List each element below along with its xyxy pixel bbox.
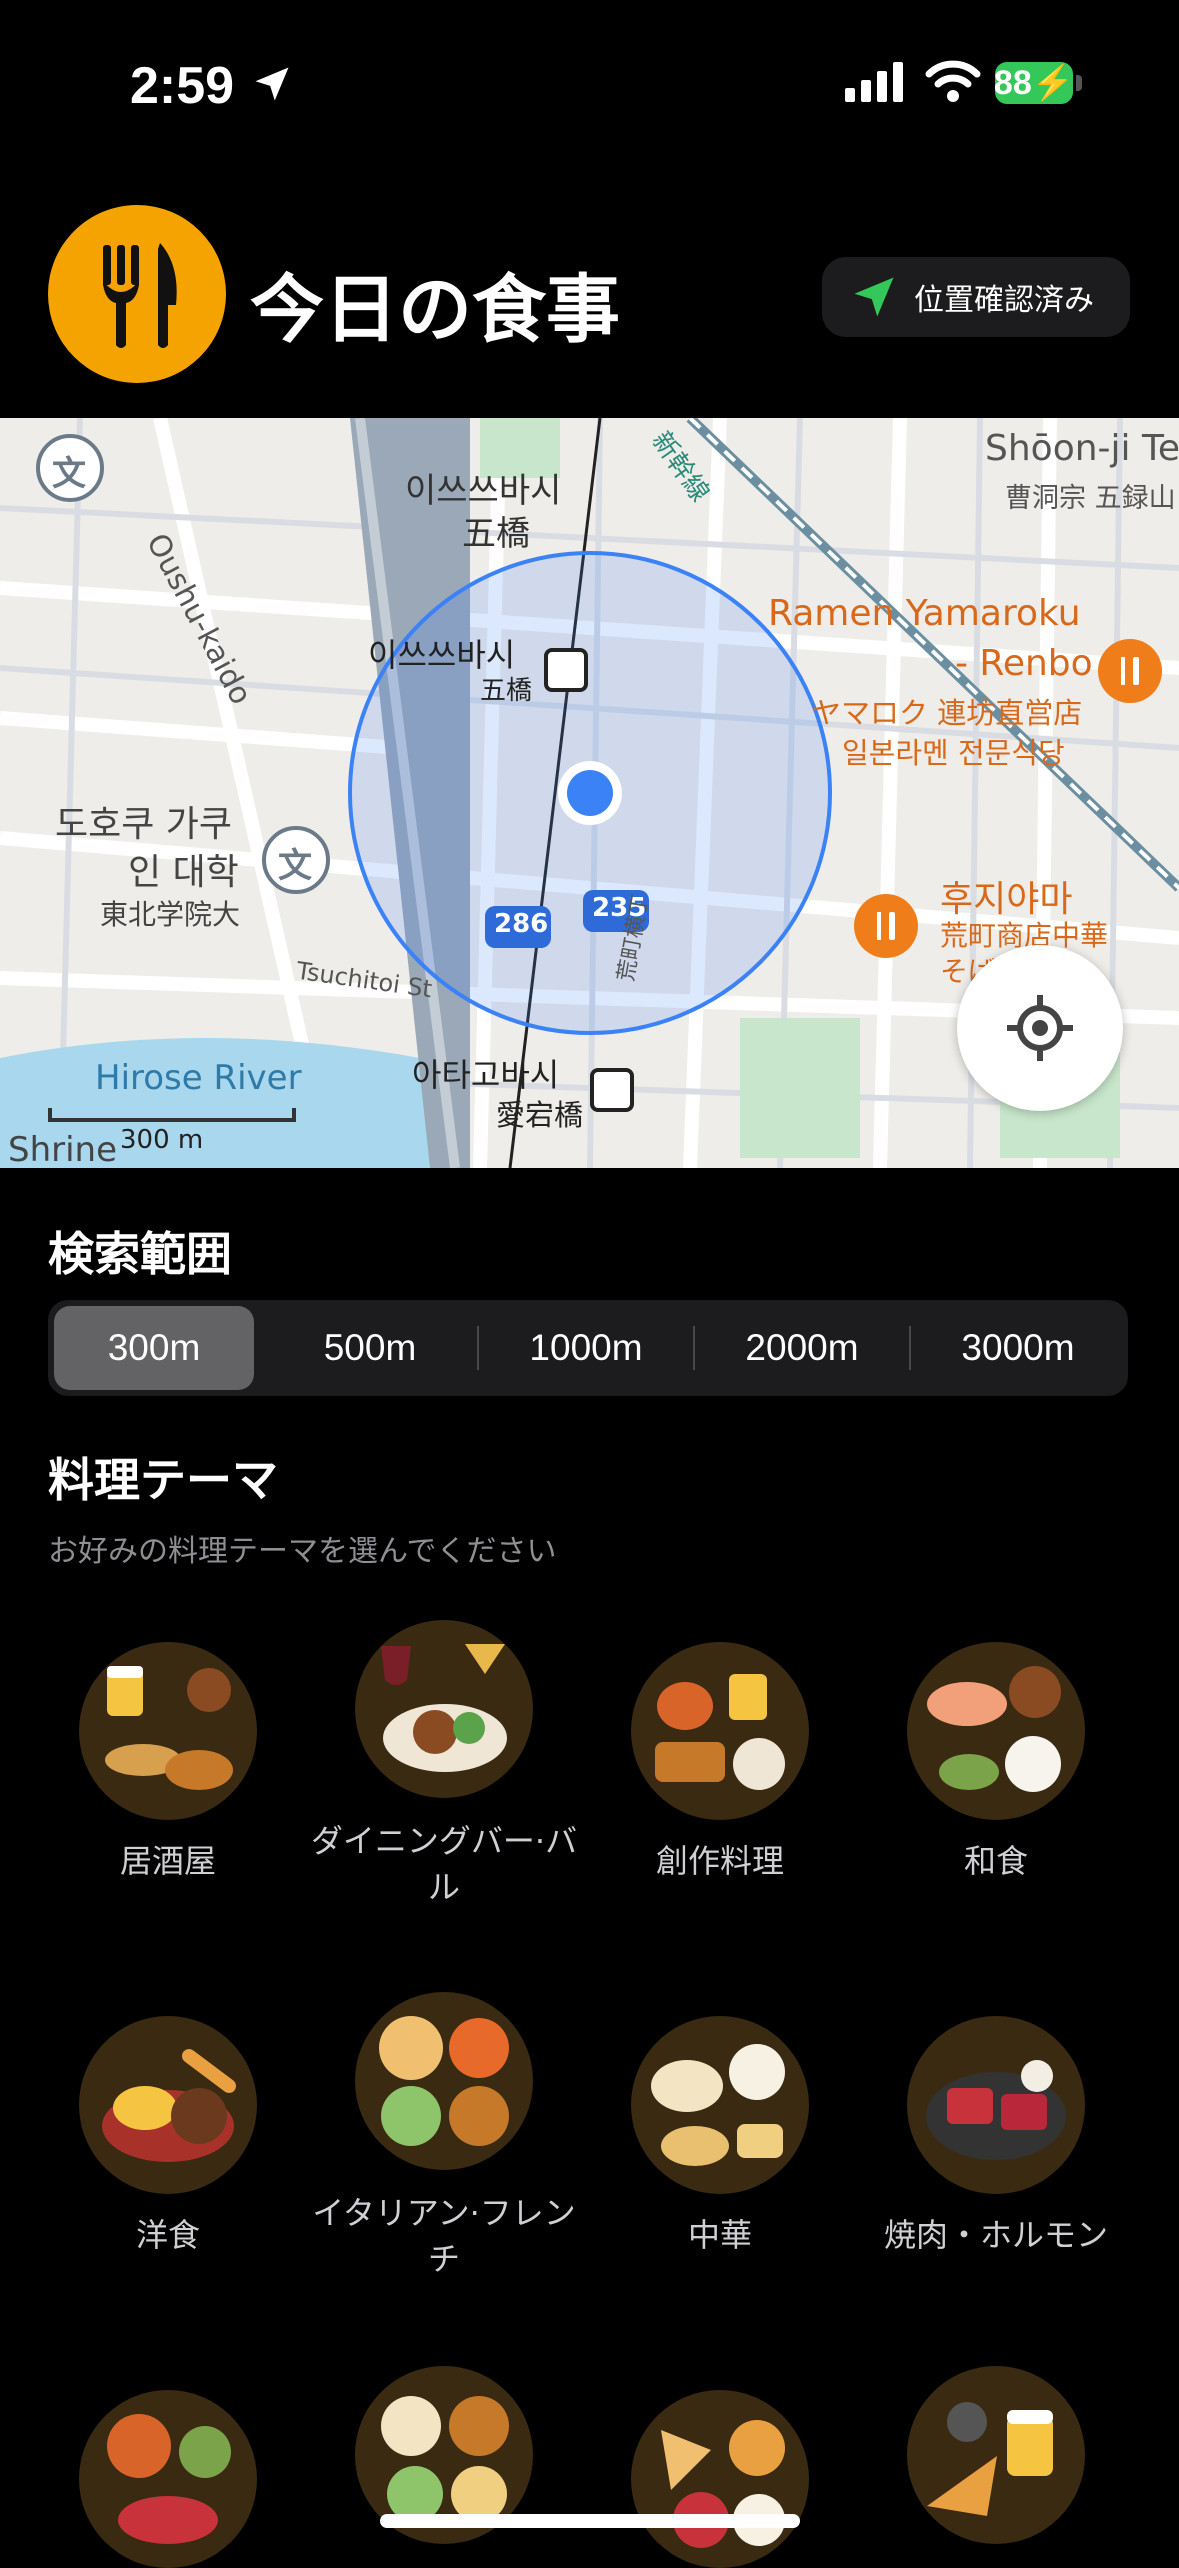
pizza-food-image (631, 2390, 809, 2568)
map-label-ramen: - Renbo (955, 643, 1093, 684)
map-label-station: 五橋 (480, 676, 533, 706)
battery-indicator: 88 ⚡ (993, 62, 1075, 104)
restaurant-pin-icon (877, 912, 895, 940)
map-label-station: 五橋 (462, 514, 530, 554)
app-logo (48, 205, 226, 383)
cuisine-theme-subtitle: お好みの料理テーマを選んでください (48, 1534, 557, 1569)
theme-izakaya[interactable]: 居酒屋 (30, 1642, 306, 1884)
theme-label: 和食 (963, 1842, 1028, 1880)
theme-label: 洋食 (135, 2216, 200, 2254)
map-label-ramen: 일본라멘 전문식당 (842, 736, 1065, 770)
map-label-ramen: ヤマロク 連坊直営店 (812, 696, 1083, 730)
map-label-uni: 인 대학 (128, 852, 239, 893)
search-range-segmented-control: 300m 500m 1000m 2000m 3000m (48, 1300, 1128, 1396)
izakaya-food-image (79, 1642, 257, 1820)
theme-pub[interactable] (858, 2366, 1134, 2544)
chinese-food-image (631, 2016, 809, 2194)
app-title: 今日の食事 (250, 267, 620, 353)
korean-food-image (79, 2390, 257, 2568)
map-label-temple: 曹洞宗 五録山 (1005, 483, 1176, 514)
wifi-icon (925, 60, 981, 102)
theme-dining-bar[interactable]: ダイニングバー·バル (306, 1620, 582, 1910)
segment-divider (693, 1326, 695, 1370)
theme-label: 中華 (687, 2216, 752, 2254)
recenter-location-button[interactable] (957, 945, 1123, 1111)
creative-cuisine-food-image (631, 1642, 809, 1820)
segment-divider (477, 1326, 479, 1370)
school-icon-label: 文 (52, 454, 86, 494)
range-option-1000m[interactable]: 1000m (486, 1306, 686, 1390)
yakiniku-food-image (907, 2016, 1085, 2194)
theme-creative-cuisine[interactable]: 創作料理 (582, 1642, 858, 1884)
crosshair-icon (1007, 995, 1073, 1061)
segment-divider (909, 1326, 911, 1370)
navigation-arrow-icon (854, 277, 894, 317)
theme-label: イタリアン·フレンチ (312, 2194, 576, 2278)
cuisine-theme-title: 料理テーマ (48, 1453, 278, 1507)
theme-yakiniku[interactable]: 焼肉・ホルモン (858, 2016, 1134, 2258)
theme-label: 創作料理 (655, 1842, 784, 1880)
map-label-temple: Shōon-ji Te (985, 428, 1179, 469)
theme-korean[interactable] (30, 2390, 306, 2568)
range-option-500m[interactable]: 500m (270, 1306, 470, 1390)
yoshoku-food-image (79, 2016, 257, 2194)
location-status-label: 位置確認済み (914, 283, 1094, 318)
theme-pizza[interactable] (582, 2390, 858, 2568)
status-bar: 2:59 88 ⚡ (0, 0, 1179, 170)
home-indicator[interactable] (380, 2514, 800, 2528)
search-range-title: 検索範囲 (48, 1227, 232, 1281)
theme-italian-french[interactable]: イタリアン·フレンチ (306, 1992, 582, 2282)
school-icon-label: 文 (278, 846, 312, 886)
restaurant-pin-icon (1121, 657, 1139, 685)
washoku-food-image (907, 1642, 1085, 1820)
map-label-station: 愛宕橋 (496, 1098, 584, 1132)
battery-level: 88 (993, 63, 1032, 102)
map-label-station: 이쓰쓰바시 (405, 471, 562, 511)
theme-label: ダイニングバー·バル (310, 1822, 578, 1906)
battery-tip (1076, 75, 1082, 91)
route-286-label: 286 (494, 909, 549, 939)
range-option-2000m[interactable]: 2000m (702, 1306, 902, 1390)
map-label-shrine: Shrine (8, 1130, 118, 1168)
location-arrow-icon (255, 67, 289, 101)
theme-chinese[interactable]: 中華 (582, 2016, 858, 2258)
italian-french-food-image (355, 1992, 533, 2170)
map-label-river: Hirose River (95, 1058, 302, 1098)
theme-label: 居酒屋 (119, 1842, 216, 1880)
theme-washoku[interactable]: 和食 (858, 1642, 1134, 1884)
signal-icon (845, 62, 903, 102)
range-option-300m[interactable]: 300m (54, 1306, 254, 1390)
status-time: 2:59 (130, 57, 235, 115)
range-option-3000m[interactable]: 3000m (918, 1306, 1118, 1390)
theme-yoshoku[interactable]: 洋食 (30, 2016, 306, 2258)
map-scale-label: 300 m (120, 1125, 204, 1155)
map-label-uni: 도호쿠 가쿠 (55, 804, 233, 845)
map-label-station: 아타고바시 (412, 1056, 560, 1094)
map-scale-bar (48, 1108, 296, 1122)
map-label-ramen: Ramen Yamaroku (768, 593, 1081, 634)
location-status-chip[interactable]: 位置確認済み (822, 257, 1130, 337)
pub-food-image (907, 2366, 1085, 2544)
fork-knife-icon (103, 243, 177, 348)
theme-label: 焼肉・ホルモン (883, 2216, 1108, 2254)
dining-bar-food-image (355, 1620, 533, 1798)
map-label-uni: 東北学院大 (100, 898, 241, 931)
